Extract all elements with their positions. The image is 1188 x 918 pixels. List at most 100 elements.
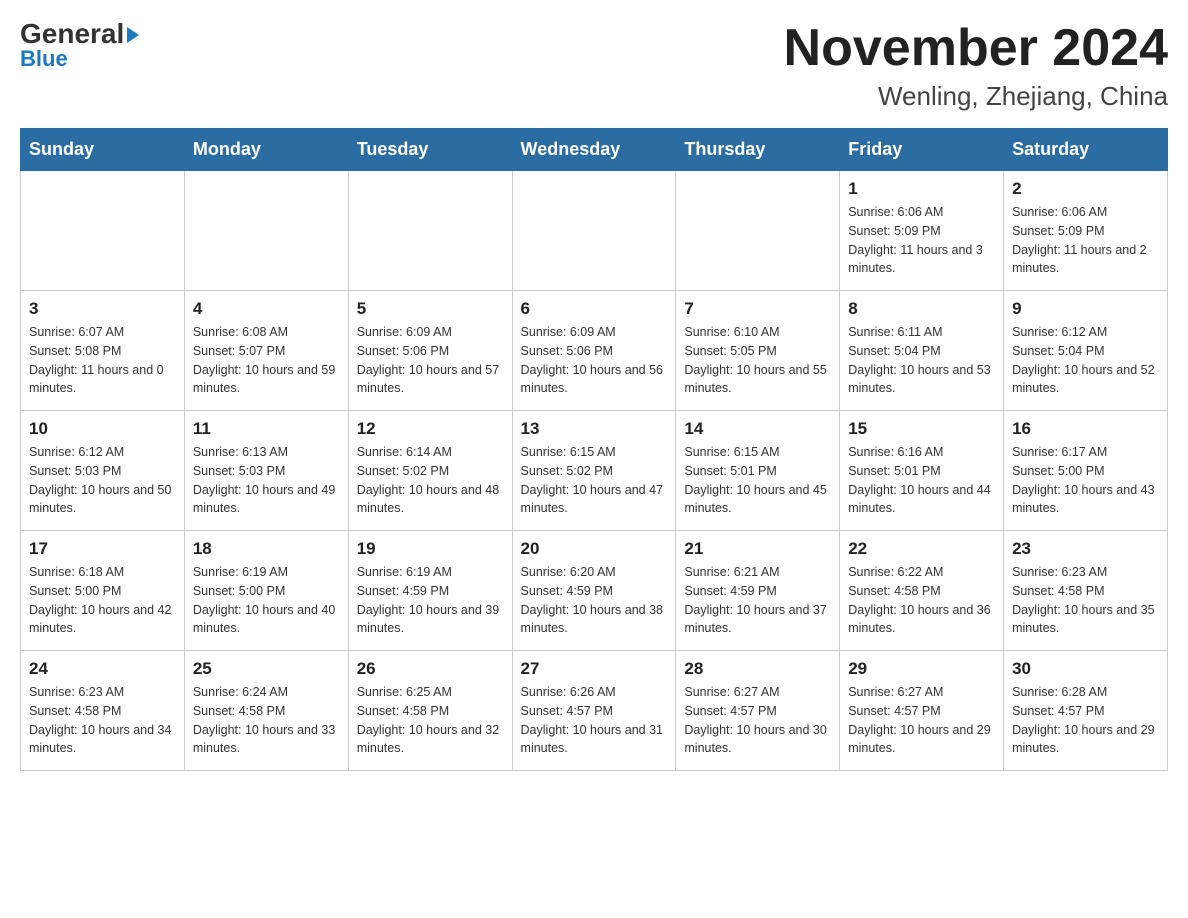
calendar-week-row: 10 Sunrise: 6:12 AMSunset: 5:03 PMDayligh… <box>21 411 1168 531</box>
day-info: Sunrise: 6:17 AMSunset: 5:00 PMDaylight:… <box>1012 443 1159 518</box>
calendar-week-row: 17 Sunrise: 6:18 AMSunset: 5:00 PMDayligh… <box>21 531 1168 651</box>
day-number: 1 <box>848 179 995 199</box>
day-number: 10 <box>29 419 176 439</box>
calendar-week-row: 1 Sunrise: 6:06 AMSunset: 5:09 PMDaylight… <box>21 171 1168 291</box>
col-sunday: Sunday <box>21 129 185 171</box>
table-row: 29 Sunrise: 6:27 AMSunset: 4:57 PMDayligh… <box>840 651 1004 771</box>
day-number: 12 <box>357 419 504 439</box>
table-row: 21 Sunrise: 6:21 AMSunset: 4:59 PMDayligh… <box>676 531 840 651</box>
logo-blue-text: Blue <box>20 46 68 72</box>
day-number: 14 <box>684 419 831 439</box>
table-row: 25 Sunrise: 6:24 AMSunset: 4:58 PMDayligh… <box>184 651 348 771</box>
page-header: General Blue November 2024 Wenling, Zhej… <box>20 20 1168 112</box>
table-row: 3 Sunrise: 6:07 AMSunset: 5:08 PMDaylight… <box>21 291 185 411</box>
calendar-week-row: 3 Sunrise: 6:07 AMSunset: 5:08 PMDaylight… <box>21 291 1168 411</box>
col-saturday: Saturday <box>1004 129 1168 171</box>
table-row: 9Sunrise: 6:12 AMSunset: 5:04 PMDaylight… <box>1004 291 1168 411</box>
table-row: 4 Sunrise: 6:08 AMSunset: 5:07 PMDaylight… <box>184 291 348 411</box>
table-row: 30Sunrise: 6:28 AMSunset: 4:57 PMDayligh… <box>1004 651 1168 771</box>
table-row: 27 Sunrise: 6:26 AMSunset: 4:57 PMDayligh… <box>512 651 676 771</box>
day-number: 7 <box>684 299 831 319</box>
col-friday: Friday <box>840 129 1004 171</box>
table-row <box>512 171 676 291</box>
day-number: 28 <box>684 659 831 679</box>
table-row: 11Sunrise: 6:13 AMSunset: 5:03 PMDayligh… <box>184 411 348 531</box>
day-number: 21 <box>684 539 831 559</box>
table-row: 13Sunrise: 6:15 AMSunset: 5:02 PMDayligh… <box>512 411 676 531</box>
col-wednesday: Wednesday <box>512 129 676 171</box>
day-number: 5 <box>357 299 504 319</box>
table-row: 24 Sunrise: 6:23 AMSunset: 4:58 PMDayligh… <box>21 651 185 771</box>
day-info: Sunrise: 6:18 AMSunset: 5:00 PMDaylight:… <box>29 563 176 638</box>
day-info: Sunrise: 6:12 AMSunset: 5:03 PMDaylight:… <box>29 443 176 518</box>
day-info: Sunrise: 6:23 AMSunset: 4:58 PMDaylight:… <box>29 683 176 758</box>
day-info: Sunrise: 6:14 AMSunset: 5:02 PMDaylight:… <box>357 443 504 518</box>
day-info: Sunrise: 6:06 AMSunset: 5:09 PMDaylight:… <box>1012 203 1159 278</box>
day-number: 19 <box>357 539 504 559</box>
day-number: 27 <box>521 659 668 679</box>
day-number: 4 <box>193 299 340 319</box>
logo: General Blue <box>20 20 139 72</box>
table-row: 26 Sunrise: 6:25 AMSunset: 4:58 PMDayligh… <box>348 651 512 771</box>
day-number: 9 <box>1012 299 1159 319</box>
table-row: 10 Sunrise: 6:12 AMSunset: 5:03 PMDayligh… <box>21 411 185 531</box>
day-info: Sunrise: 6:24 AMSunset: 4:58 PMDaylight:… <box>193 683 340 758</box>
day-info: Sunrise: 6:22 AMSunset: 4:58 PMDaylight:… <box>848 563 995 638</box>
day-info: Sunrise: 6:09 AMSunset: 5:06 PMDaylight:… <box>357 323 504 398</box>
table-row: 12 Sunrise: 6:14 AMSunset: 5:02 PMDayligh… <box>348 411 512 531</box>
table-row: 28 Sunrise: 6:27 AMSunset: 4:57 PMDayligh… <box>676 651 840 771</box>
table-row: 18Sunrise: 6:19 AMSunset: 5:00 PMDayligh… <box>184 531 348 651</box>
day-info: Sunrise: 6:10 AMSunset: 5:05 PMDaylight:… <box>684 323 831 398</box>
day-number: 13 <box>521 419 668 439</box>
day-info: Sunrise: 6:11 AMSunset: 5:04 PMDaylight:… <box>848 323 995 398</box>
day-info: Sunrise: 6:09 AMSunset: 5:06 PMDaylight:… <box>521 323 668 398</box>
table-row: 22Sunrise: 6:22 AMSunset: 4:58 PMDayligh… <box>840 531 1004 651</box>
calendar-week-row: 24 Sunrise: 6:23 AMSunset: 4:58 PMDayligh… <box>21 651 1168 771</box>
day-number: 26 <box>357 659 504 679</box>
day-info: Sunrise: 6:27 AMSunset: 4:57 PMDaylight:… <box>684 683 831 758</box>
day-number: 3 <box>29 299 176 319</box>
table-row: 5 Sunrise: 6:09 AMSunset: 5:06 PMDaylight… <box>348 291 512 411</box>
day-info: Sunrise: 6:15 AMSunset: 5:01 PMDaylight:… <box>684 443 831 518</box>
calendar-table: Sunday Monday Tuesday Wednesday Thursday… <box>20 128 1168 771</box>
table-row: 20 Sunrise: 6:20 AMSunset: 4:59 PMDayligh… <box>512 531 676 651</box>
table-row: 7 Sunrise: 6:10 AMSunset: 5:05 PMDaylight… <box>676 291 840 411</box>
day-number: 25 <box>193 659 340 679</box>
table-row: 2 Sunrise: 6:06 AMSunset: 5:09 PMDaylight… <box>1004 171 1168 291</box>
calendar-header-row: Sunday Monday Tuesday Wednesday Thursday… <box>21 129 1168 171</box>
table-row: 1 Sunrise: 6:06 AMSunset: 5:09 PMDaylight… <box>840 171 1004 291</box>
day-info: Sunrise: 6:07 AMSunset: 5:08 PMDaylight:… <box>29 323 176 398</box>
day-info: Sunrise: 6:08 AMSunset: 5:07 PMDaylight:… <box>193 323 340 398</box>
table-row: 23Sunrise: 6:23 AMSunset: 4:58 PMDayligh… <box>1004 531 1168 651</box>
day-info: Sunrise: 6:25 AMSunset: 4:58 PMDaylight:… <box>357 683 504 758</box>
day-info: Sunrise: 6:13 AMSunset: 5:03 PMDaylight:… <box>193 443 340 518</box>
table-row: 16 Sunrise: 6:17 AMSunset: 5:00 PMDayligh… <box>1004 411 1168 531</box>
day-number: 24 <box>29 659 176 679</box>
day-number: 2 <box>1012 179 1159 199</box>
day-info: Sunrise: 6:27 AMSunset: 4:57 PMDaylight:… <box>848 683 995 758</box>
day-number: 30 <box>1012 659 1159 679</box>
day-info: Sunrise: 6:19 AMSunset: 5:00 PMDaylight:… <box>193 563 340 638</box>
day-info: Sunrise: 6:20 AMSunset: 4:59 PMDaylight:… <box>521 563 668 638</box>
day-number: 29 <box>848 659 995 679</box>
day-info: Sunrise: 6:19 AMSunset: 4:59 PMDaylight:… <box>357 563 504 638</box>
day-number: 16 <box>1012 419 1159 439</box>
day-info: Sunrise: 6:06 AMSunset: 5:09 PMDaylight:… <box>848 203 995 278</box>
col-thursday: Thursday <box>676 129 840 171</box>
table-row <box>348 171 512 291</box>
day-number: 20 <box>521 539 668 559</box>
day-number: 17 <box>29 539 176 559</box>
day-info: Sunrise: 6:26 AMSunset: 4:57 PMDaylight:… <box>521 683 668 758</box>
col-tuesday: Tuesday <box>348 129 512 171</box>
table-row <box>21 171 185 291</box>
day-info: Sunrise: 6:21 AMSunset: 4:59 PMDaylight:… <box>684 563 831 638</box>
table-row: 17 Sunrise: 6:18 AMSunset: 5:00 PMDayligh… <box>21 531 185 651</box>
calendar-subtitle: Wenling, Zhejiang, China <box>784 81 1168 112</box>
day-info: Sunrise: 6:16 AMSunset: 5:01 PMDaylight:… <box>848 443 995 518</box>
day-number: 6 <box>521 299 668 319</box>
logo-general-text: General <box>20 20 139 48</box>
calendar-title: November 2024 <box>784 20 1168 77</box>
day-info: Sunrise: 6:23 AMSunset: 4:58 PMDaylight:… <box>1012 563 1159 638</box>
table-row: 15Sunrise: 6:16 AMSunset: 5:01 PMDayligh… <box>840 411 1004 531</box>
table-row <box>676 171 840 291</box>
